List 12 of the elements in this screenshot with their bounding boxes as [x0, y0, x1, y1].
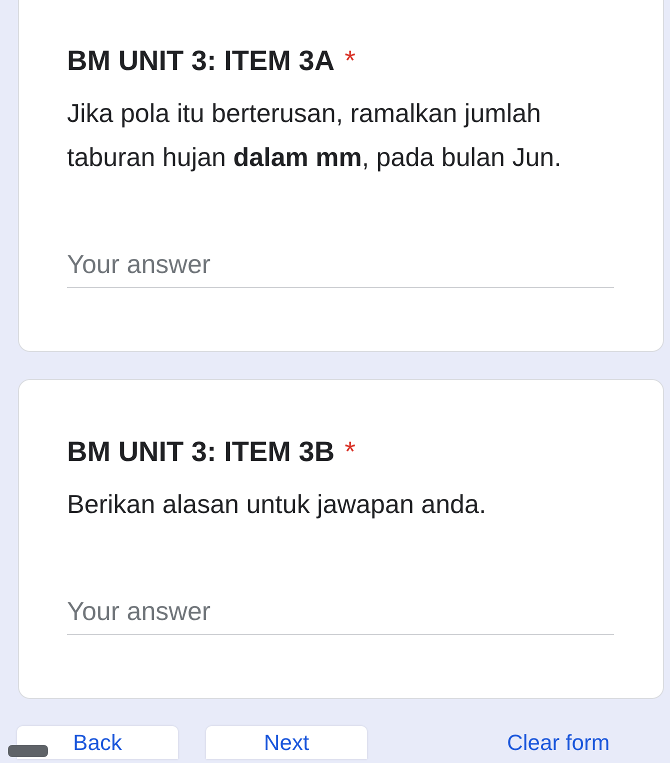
nav-button[interactable]: Back: [17, 726, 178, 759]
drag-handle[interactable]: [8, 745, 48, 757]
answer-field[interactable]: Your answer: [67, 588, 614, 635]
required-mark: *: [344, 44, 356, 78]
question-text: Jika pola itu berterusan, ramalkan jumlah taburan hujan dalam mm, pada bulan Jun.: [67, 97, 562, 174]
clear-form-link[interactable]: Clear form: [507, 726, 610, 759]
question-title: BM UNIT 3: ITEM 3B: [67, 435, 335, 469]
question-text: Berikan alasan untuk jawapan anda.: [67, 488, 488, 521]
question-title: BM UNIT 3: ITEM 3A: [67, 44, 335, 78]
nav-button[interactable]: Next: [206, 726, 367, 759]
answer-field[interactable]: Your answer: [67, 241, 614, 288]
required-mark: *: [344, 435, 356, 469]
